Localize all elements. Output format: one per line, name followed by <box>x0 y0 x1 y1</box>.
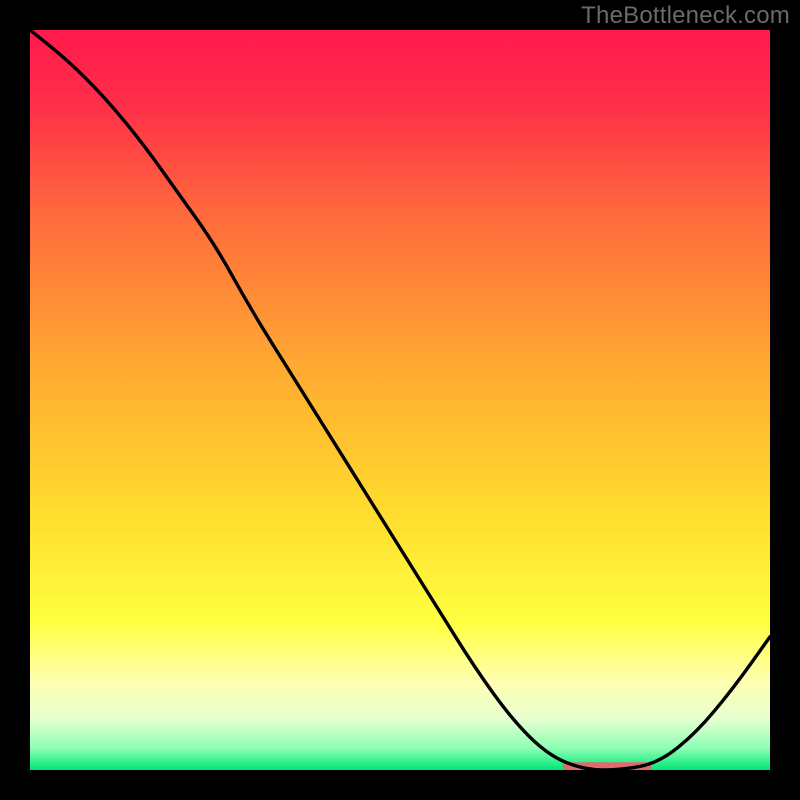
watermark-text: TheBottleneck.com <box>581 2 790 30</box>
chart-frame: TheBottleneck.com <box>0 0 800 800</box>
plot-svg <box>30 30 770 770</box>
plot-area <box>30 30 770 770</box>
